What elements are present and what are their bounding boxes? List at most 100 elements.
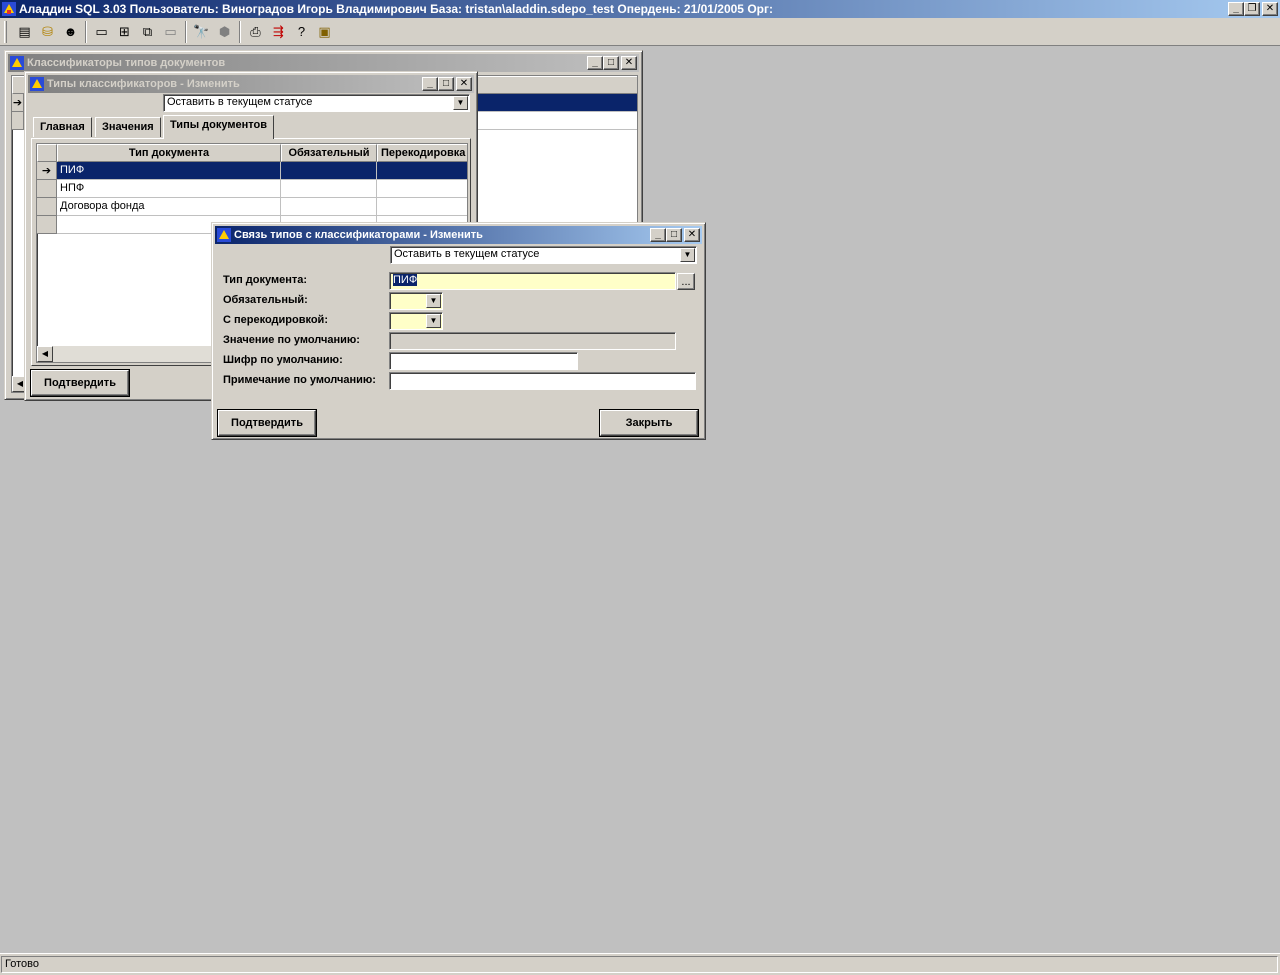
table-cell[interactable]: Договора фонда xyxy=(57,198,281,216)
table-cell[interactable]: ПИФ xyxy=(57,162,281,180)
types-window-title: Типы классификаторов - Изменить xyxy=(47,78,240,90)
window-button[interactable]: ▭ xyxy=(90,21,113,43)
list-icon: ▤ xyxy=(18,23,31,39)
status-text: Готово xyxy=(1,956,1278,973)
maximize-button[interactable]: □ xyxy=(438,77,454,91)
minimize-icon: _ xyxy=(655,229,661,240)
doc-type-browse-button[interactable]: ... xyxy=(677,273,695,290)
column-header-required[interactable]: Обязательный xyxy=(281,144,377,162)
table-cell[interactable] xyxy=(281,198,377,216)
minimize-button[interactable]: _ xyxy=(650,228,666,242)
row-arrow-icon: ➔ xyxy=(12,97,23,109)
status-combo-value: Оставить в текущем статусе xyxy=(394,248,540,260)
recode-label: С перекодировкой: xyxy=(223,314,328,326)
default-code-field[interactable] xyxy=(389,352,578,370)
blank-window-button[interactable]: ▭ xyxy=(159,21,182,43)
scroll-left-button[interactable]: ◀ xyxy=(37,346,53,362)
minimize-icon: _ xyxy=(427,78,433,89)
exit-button[interactable]: ▣ xyxy=(313,21,336,43)
find-button[interactable]: 🔭 xyxy=(190,21,213,43)
confirm-button-label: Подтвердить xyxy=(44,377,116,389)
chevron-down-icon: ▼ xyxy=(429,296,438,305)
exit-icon: ▣ xyxy=(318,23,331,39)
users-icon: ☻ xyxy=(63,24,78,39)
doc-type-field[interactable]: ПИФ xyxy=(389,272,676,290)
minimize-button[interactable]: _ xyxy=(422,77,438,91)
tab-label: Значения xyxy=(102,121,154,133)
export-button[interactable]: ⇶ xyxy=(267,21,290,43)
app-icon xyxy=(2,2,16,16)
combo-dropdown-button[interactable]: ▼ xyxy=(426,314,441,328)
table-cell[interactable] xyxy=(281,162,377,180)
table-cell[interactable] xyxy=(377,162,467,180)
status-combo-value: Оставить в текущем статусе xyxy=(167,96,313,108)
table-cell[interactable] xyxy=(377,198,467,216)
users-button[interactable]: ☻ xyxy=(59,21,82,43)
tile-button[interactable]: ⊞ xyxy=(113,21,136,43)
row-indicator: ➔ xyxy=(12,94,24,112)
combo-dropdown-button[interactable]: ▼ xyxy=(453,96,468,110)
restore-button[interactable]: ❐ xyxy=(1244,2,1260,16)
toolbar-grip[interactable] xyxy=(4,20,7,43)
table-cell[interactable] xyxy=(281,180,377,198)
tab-document-types[interactable]: Типы документов xyxy=(163,115,274,139)
close-button[interactable]: ✕ xyxy=(456,77,472,91)
status-combo[interactable]: Оставить в текущем статусе ▼ xyxy=(390,246,697,264)
print-icon: ⎙ xyxy=(250,23,261,39)
column-header-recode[interactable]: Перекодировка xyxy=(377,144,467,162)
tab-values[interactable]: Значения xyxy=(95,117,161,137)
column-header-doc-type[interactable]: Тип документа xyxy=(57,144,281,162)
blank-window-icon: ▭ xyxy=(164,23,177,39)
close-button[interactable]: ✕ xyxy=(684,228,700,242)
minimize-button[interactable]: _ xyxy=(587,56,603,70)
types-window-titlebar[interactable]: Типы классификаторов - Изменить _ □ ✕ xyxy=(28,75,474,93)
maximize-icon: □ xyxy=(607,57,615,68)
minimize-icon: _ xyxy=(1233,3,1239,14)
tab-label: Типы документов xyxy=(170,119,267,131)
stop-button[interactable]: ⬢ xyxy=(213,21,236,43)
app-title: Аладдин SQL 3.03 Пользователь: Виноградо… xyxy=(19,2,773,16)
default-note-label: Примечание по умолчанию: xyxy=(223,374,376,386)
chevron-down-icon: ▼ xyxy=(456,98,465,107)
table-cell[interactable]: НПФ xyxy=(57,180,281,198)
close-button[interactable]: ✕ xyxy=(621,56,637,70)
window-app-icon xyxy=(10,56,24,70)
grid-corner xyxy=(37,144,57,162)
doc-type-value: ПИФ xyxy=(393,274,418,286)
required-combo[interactable]: ▼ xyxy=(389,292,443,310)
arrow-left-icon: ◀ xyxy=(41,349,49,358)
status-combo[interactable]: Оставить в текущем статусе ▼ xyxy=(163,94,470,112)
close-button[interactable]: ✕ xyxy=(1262,2,1278,16)
doc-type-label: Тип документа: xyxy=(223,274,308,286)
combo-dropdown-button[interactable]: ▼ xyxy=(426,294,441,308)
maximize-button[interactable]: □ xyxy=(603,56,619,70)
maximize-button[interactable]: □ xyxy=(666,228,682,242)
minimize-button[interactable]: _ xyxy=(1228,2,1244,16)
database-button[interactable]: ⛁ xyxy=(36,21,59,43)
cascade-icon: ⧉ xyxy=(142,23,153,39)
row-indicator xyxy=(37,216,57,234)
row-arrow-icon: ➔ xyxy=(41,165,52,177)
confirm-button[interactable]: Подтвердить xyxy=(31,370,129,396)
combo-dropdown-button[interactable]: ▼ xyxy=(680,248,695,262)
classifiers-window-titlebar[interactable]: Классификаторы типов документов _ □ ✕ xyxy=(8,54,639,72)
arrow-left-icon: ◀ xyxy=(16,379,24,388)
cascade-button[interactable]: ⧉ xyxy=(136,21,159,43)
print-button[interactable]: ⎙ xyxy=(244,21,267,43)
default-note-field[interactable] xyxy=(389,372,696,390)
close-icon: ✕ xyxy=(1265,3,1275,14)
table-cell[interactable] xyxy=(377,180,467,198)
help-button[interactable]: ? xyxy=(290,21,313,43)
toolbar-separator xyxy=(239,20,241,43)
window-icon: ▭ xyxy=(95,23,108,39)
tab-main[interactable]: Главная xyxy=(33,117,92,137)
row-indicator xyxy=(12,112,24,130)
confirm-button[interactable]: Подтвердить xyxy=(218,410,316,436)
app-titlebar: Аладдин SQL 3.03 Пользователь: Виноградо… xyxy=(0,0,1280,18)
binoculars-icon: 🔭 xyxy=(193,23,210,39)
link-window-titlebar[interactable]: Связь типов с классификаторами - Изменит… xyxy=(215,226,702,244)
recode-combo[interactable]: ▼ xyxy=(389,312,443,330)
confirm-button-label: Подтвердить xyxy=(231,417,303,429)
close-dialog-button[interactable]: Закрыть xyxy=(600,410,698,436)
list-button[interactable]: ▤ xyxy=(13,21,36,43)
